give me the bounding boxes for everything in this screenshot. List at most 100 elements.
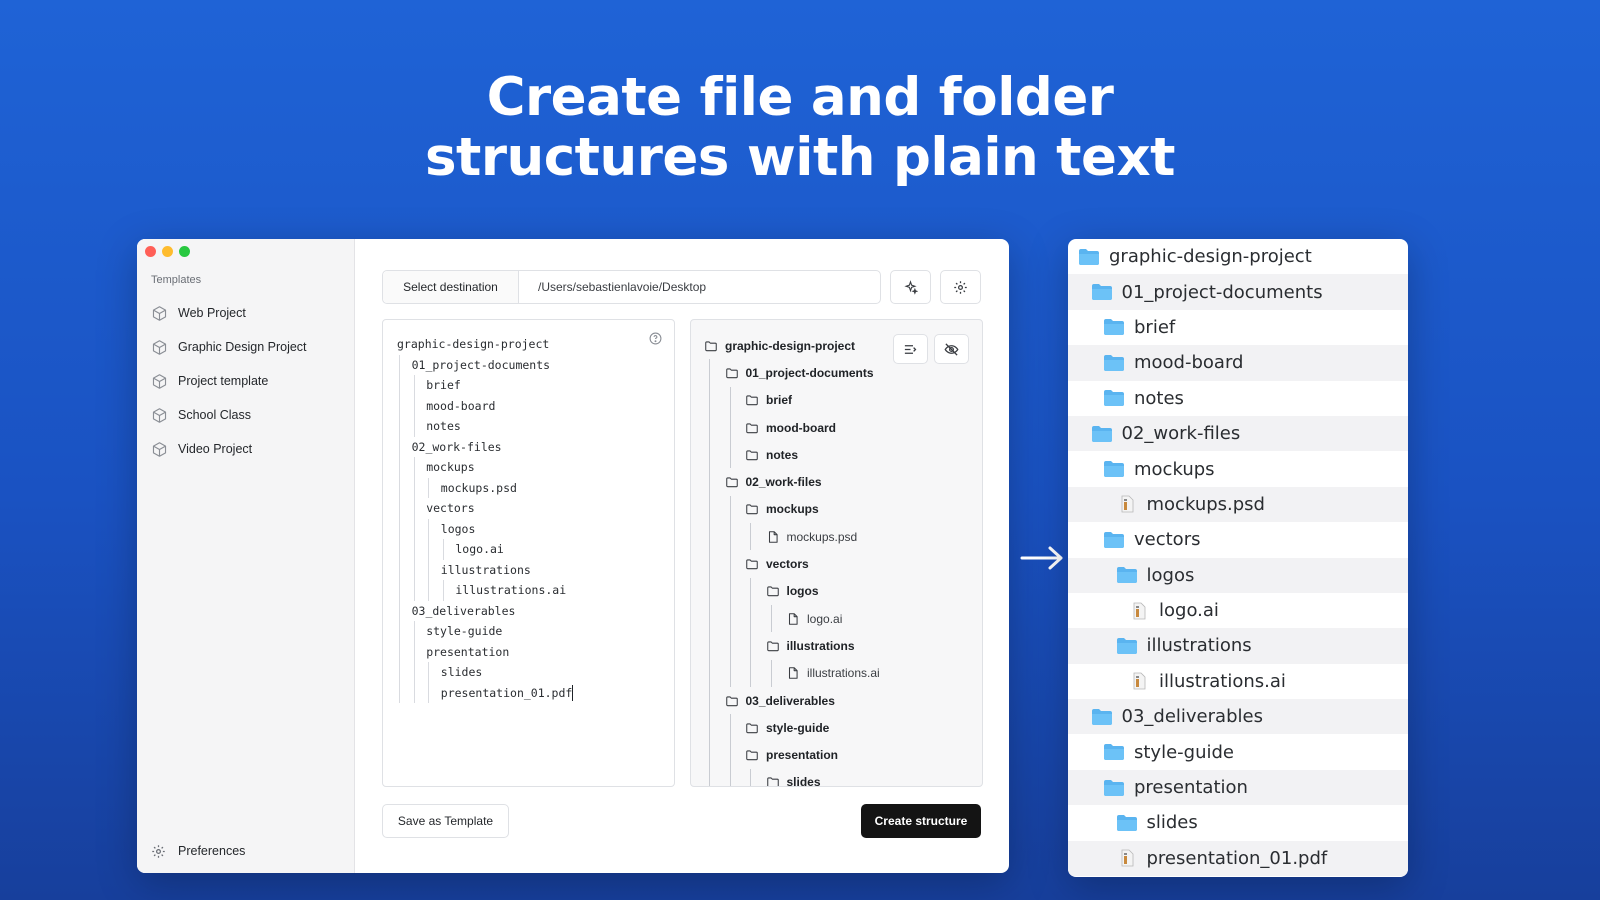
sparkle-icon [904, 279, 918, 295]
finder-folder-row[interactable]: mood-board [1068, 345, 1408, 381]
indent-guide [412, 395, 427, 417]
indent-guide [426, 518, 441, 540]
finder-folder-row[interactable]: logos [1068, 557, 1408, 593]
finder-row-label: presentation_01.pdf [1146, 847, 1328, 869]
finder-row-label: logos [1146, 564, 1195, 586]
finder-folder-row[interactable]: 01_project-documents [1068, 274, 1408, 310]
preview-file-row: logo.ai [704, 604, 880, 633]
editor-line-text: logos [440, 521, 476, 536]
folder-icon [766, 584, 780, 598]
tree-guide [725, 577, 746, 606]
finder-folder-row[interactable]: illustrations [1068, 628, 1408, 664]
finder-folder-row[interactable]: slides [1068, 805, 1408, 840]
template-item-4[interactable]: School Class [151, 398, 347, 432]
indent-guide [426, 662, 441, 683]
close-window-button[interactable] [145, 246, 156, 257]
folder-icon [766, 775, 780, 786]
sparkle-button[interactable] [890, 270, 931, 304]
indent-guide [397, 580, 412, 601]
tree-guide [725, 632, 746, 660]
preview-row-label: logo.ai [807, 611, 843, 626]
tree-guide [704, 632, 725, 660]
gear-icon [954, 280, 967, 294]
editor-line-text: brief [426, 378, 461, 392]
tree-guide [704, 413, 725, 442]
finder-folder-row[interactable]: presentation [1068, 769, 1408, 806]
template-item-5[interactable]: Video Project [151, 432, 347, 466]
sidebar: Templates Web Project Graphic Design Proj… [137, 239, 355, 873]
finder-row-label: 01_project-documents [1121, 281, 1323, 303]
indent-guide [412, 539, 427, 560]
minimize-window-button[interactable] [162, 246, 173, 257]
finder-folder-row[interactable]: style-guide [1068, 734, 1408, 769]
finder-folder-row[interactable]: 02_work-files [1068, 415, 1408, 452]
finder-file-row[interactable]: presentation_01.pdf [1068, 840, 1408, 877]
tree-guide [725, 659, 746, 688]
arrow-right-icon [1020, 546, 1063, 570]
indent-guide [412, 518, 427, 540]
tree-guide [704, 741, 725, 770]
indent-guide [412, 682, 427, 704]
finder-file-row[interactable]: illustrations.ai [1068, 664, 1408, 699]
folder-icon [725, 475, 739, 489]
preview-row-label: graphic-design-project [725, 338, 856, 353]
editor-line-text: mood-board [426, 398, 496, 413]
preview-row-label: vectors [766, 557, 809, 572]
tree-guide [704, 550, 725, 578]
headline: Create file and folder structures with p… [0, 68, 1600, 188]
preferences-button[interactable]: Preferences [151, 841, 245, 861]
finder-folder-row[interactable]: notes [1068, 381, 1408, 416]
indent-guide [412, 621, 427, 642]
editor-line-text: style-guide [426, 624, 503, 638]
finder-folder-row[interactable]: mockups [1068, 451, 1408, 486]
indent-guide [412, 580, 427, 601]
template-item-2[interactable]: Graphic Design Project [151, 330, 347, 364]
template-item-1[interactable]: Web Project [151, 296, 347, 330]
tree-guide [725, 714, 746, 742]
tree-guide [725, 768, 746, 786]
tree-guide [704, 714, 725, 742]
template-item-3[interactable]: Project template [151, 364, 347, 398]
tree-guide [704, 468, 725, 497]
finder-folder-row[interactable]: vectors [1068, 522, 1408, 557]
finder-folder-row[interactable]: graphic-design-project [1068, 239, 1408, 274]
tree-guide [745, 577, 766, 606]
editor-line-text: logo.ai [455, 542, 504, 556]
indent-guide [426, 559, 441, 581]
finder-file-row[interactable]: mockups.psd [1068, 486, 1408, 523]
preview-folder-row: graphic-design-project [704, 332, 880, 359]
zoom-window-button[interactable] [179, 246, 190, 257]
tree-guide [704, 686, 725, 715]
save-as-template-button[interactable]: Save as Template [382, 804, 509, 838]
preview-row-label: style-guide [766, 720, 830, 735]
indent-guide [397, 641, 412, 663]
tree-guide [725, 413, 746, 442]
text-caret [572, 684, 574, 701]
finder-file-row[interactable]: logo.ai [1068, 593, 1408, 628]
preview-folder-row: slides [704, 768, 880, 786]
folder-icon [745, 557, 759, 571]
cube-icon [151, 305, 168, 322]
expand-toggle-button[interactable] [893, 334, 928, 364]
settings-button[interactable] [940, 270, 981, 304]
help-icon[interactable] [649, 332, 662, 345]
template-item-label: Project template [178, 374, 269, 388]
indent-guide [397, 559, 412, 581]
finder-folder-row[interactable]: 03_deliverables [1068, 699, 1408, 735]
app-window: Templates Web Project Graphic Design Proj… [137, 239, 1009, 873]
headline-line-2: structures with plain text [425, 127, 1176, 188]
finder-row-label: 02_work-files [1121, 423, 1241, 445]
indent-guide [412, 457, 427, 478]
folder-icon [725, 366, 739, 380]
select-destination-button[interactable]: Select destination [383, 271, 519, 303]
preview-folder-row: 02_work-files [704, 468, 880, 497]
tree-guide [745, 768, 766, 786]
create-structure-button[interactable]: Create structure [861, 804, 981, 838]
structure-preview: graphic-design-project 01_project-documen… [690, 319, 983, 787]
preview-row-label: logos [786, 584, 819, 599]
finder-folder-row[interactable]: brief [1068, 310, 1408, 345]
file-icon [1128, 672, 1150, 690]
destination-path[interactable]: /Users/sebastienlavoie/Desktop [519, 271, 706, 303]
hide-toggle-button[interactable] [934, 334, 969, 364]
structure-text-editor[interactable]: graphic-design-project 01_project-documen… [382, 319, 675, 787]
